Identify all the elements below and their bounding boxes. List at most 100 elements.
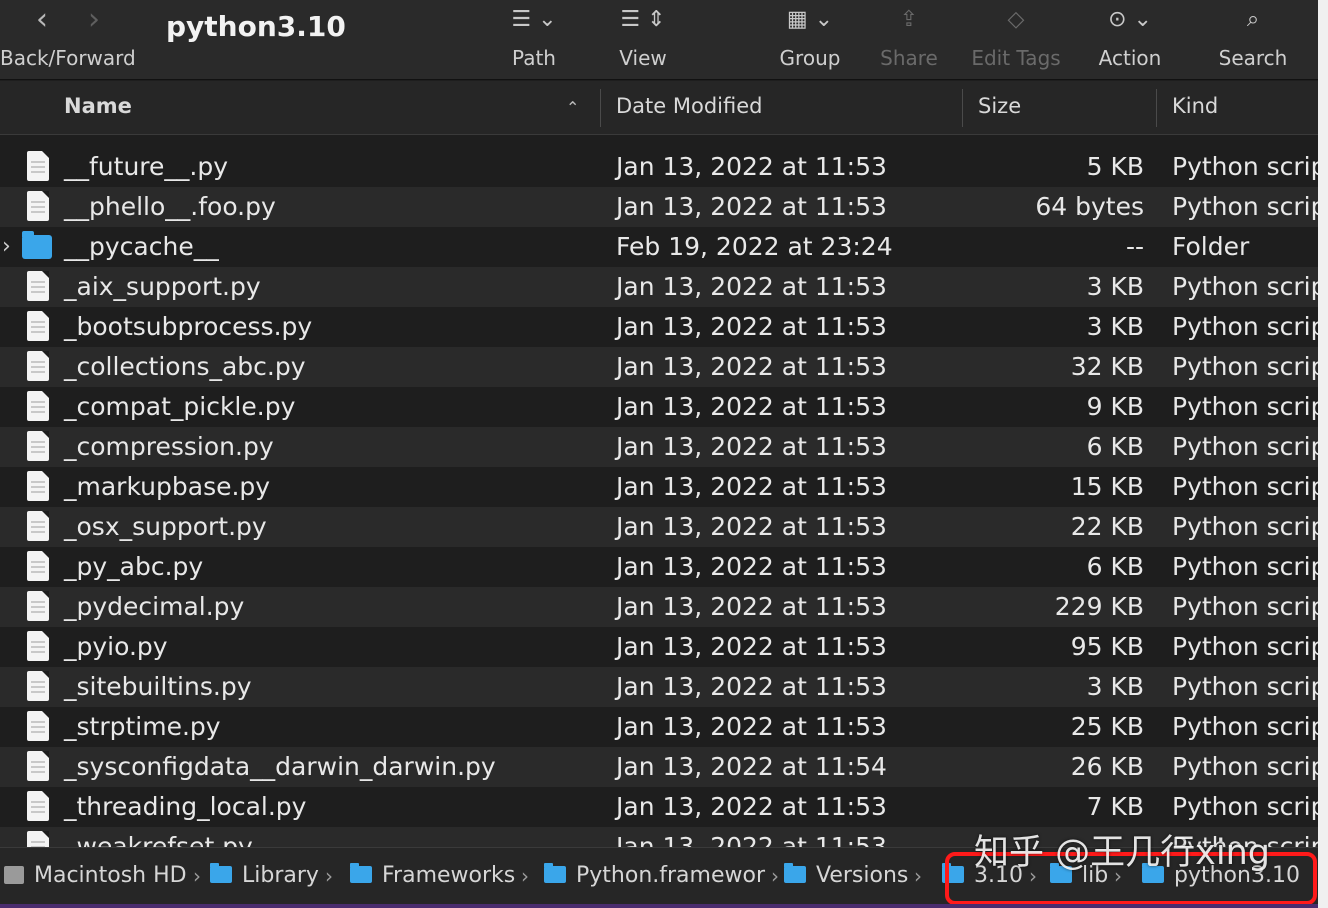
file-kind: Folder: [1172, 232, 1250, 261]
view-list-icon: ☰ ⇕: [620, 6, 666, 32]
desktop-edge: [0, 904, 1318, 908]
file-size: 3 KB: [1086, 312, 1144, 341]
python-file-icon: [27, 271, 49, 301]
file-row[interactable]: __phello__.foo.py Jan 13, 2022 at 11:53 64…: [0, 187, 1318, 227]
action-ellipsis-icon: ⊙ ⌄: [1108, 6, 1152, 32]
file-kind: Python script: [1172, 592, 1318, 621]
column-header: Name ⌃ Date Modified Size Kind: [0, 81, 1318, 135]
disclosure-triangle-icon[interactable]: ›: [2, 227, 11, 267]
file-name: _sitebuiltins.py: [64, 672, 252, 701]
file-name: _markupbase.py: [64, 472, 271, 501]
path-crumb-label: Frameworks: [382, 863, 516, 888]
window-title: python3.10: [166, 10, 346, 43]
file-size: 22 KB: [1070, 512, 1144, 541]
file-size: 32 KB: [1070, 352, 1144, 381]
python-file-icon: [27, 311, 49, 341]
group-button[interactable]: ▦ ⌄ Group: [774, 0, 846, 80]
file-row[interactable]: _markupbase.py Jan 13, 2022 at 11:53 15 KB…: [0, 467, 1318, 507]
folder-icon: [544, 863, 566, 883]
file-name: _pydecimal.py: [64, 592, 245, 621]
file-name: __pycache__: [64, 232, 219, 261]
column-kind[interactable]: Kind: [1172, 81, 1218, 135]
action-button[interactable]: ⊙ ⌄ Action: [1092, 0, 1168, 80]
file-name: _threading_local.py: [64, 792, 307, 821]
path-chevron-icon: ›: [193, 864, 201, 888]
tag-icon: ◇: [1007, 6, 1025, 32]
file-size: 5 KB: [1086, 152, 1144, 181]
file-row[interactable]: _bootsubprocess.py Jan 13, 2022 at 11:53 3…: [0, 307, 1318, 347]
file-kind: Python script: [1172, 752, 1318, 781]
python-file-icon: [27, 831, 49, 847]
file-row[interactable]: _py_abc.py Jan 13, 2022 at 11:53 6 KB Pytho…: [0, 547, 1318, 587]
watermark: 知乎 @王几行xing: [974, 833, 1270, 873]
path-crumb[interactable]: Macintosh HD: [4, 860, 187, 892]
file-name: __phello__.foo.py: [64, 192, 276, 221]
file-date-modified: Jan 13, 2022 at 11:53: [616, 392, 887, 421]
python-file-icon: [27, 751, 49, 781]
file-row[interactable]: _pydecimal.py Jan 13, 2022 at 11:53 229 KB…: [0, 587, 1318, 627]
file-row[interactable]: _threading_local.py Jan 13, 2022 at 11:53…: [0, 787, 1318, 827]
file-row[interactable]: _sysconfigdata__darwin_darwin.py Jan 13, …: [0, 747, 1318, 787]
column-divider[interactable]: [600, 89, 601, 127]
file-kind: Python script: [1172, 792, 1318, 821]
path-crumb[interactable]: Versions: [784, 860, 908, 892]
column-divider[interactable]: [1156, 89, 1157, 127]
file-name: _pyio.py: [64, 632, 168, 661]
path-crumb[interactable]: Python.framewor: [544, 860, 765, 892]
file-row[interactable]: _osx_support.py Jan 13, 2022 at 11:53 22 K…: [0, 507, 1318, 547]
file-row[interactable]: _sitebuiltins.py Jan 13, 2022 at 11:53 3 K…: [0, 667, 1318, 707]
file-kind: Python script: [1172, 712, 1318, 741]
file-row[interactable]: _strptime.py Jan 13, 2022 at 11:53 25 KB Py…: [0, 707, 1318, 747]
file-row[interactable]: _pyio.py Jan 13, 2022 at 11:53 95 KB Python…: [0, 627, 1318, 667]
file-date-modified: Jan 13, 2022 at 11:53: [616, 512, 887, 541]
column-name[interactable]: Name: [64, 81, 132, 135]
path-crumb[interactable]: Frameworks: [350, 860, 515, 892]
file-size: 25 KB: [1070, 712, 1144, 741]
hard-drive-icon: [4, 866, 24, 884]
file-size: 3 KB: [1086, 272, 1144, 301]
python-file-icon: [27, 631, 49, 661]
column-size[interactable]: Size: [978, 81, 1021, 135]
path-crumb-label: Library: [242, 863, 319, 888]
file-date-modified: Jan 13, 2022 at 11:53: [616, 152, 887, 181]
file-kind: Python script: [1172, 392, 1318, 421]
file-row[interactable]: __future__.py Jan 13, 2022 at 11:53 5 KB Py…: [0, 147, 1318, 187]
file-kind: Python script: [1172, 632, 1318, 661]
path-button[interactable]: ☰ ⌄ Path: [496, 0, 572, 80]
file-row[interactable]: _compat_pickle.py Jan 13, 2022 at 11:53 9 …: [0, 387, 1318, 427]
file-date-modified: Jan 13, 2022 at 11:53: [616, 472, 887, 501]
file-date-modified: Jan 13, 2022 at 11:53: [616, 832, 887, 847]
file-row[interactable]: _aix_support.py Jan 13, 2022 at 11:53 3 KB…: [0, 267, 1318, 307]
file-row[interactable]: _compression.py Jan 13, 2022 at 11:53 6 KB…: [0, 427, 1318, 467]
python-file-icon: [27, 351, 49, 381]
python-file-icon: [27, 511, 49, 541]
file-size: 6 KB: [1086, 432, 1144, 461]
file-row[interactable]: _collections_abc.py Jan 13, 2022 at 11:53…: [0, 347, 1318, 387]
folder-row[interactable]: › __pycache__ Feb 19, 2022 at 23:24 -- Folde…: [0, 227, 1318, 267]
path-crumb[interactable]: Library: [210, 860, 319, 892]
back-forward-label: Back/Forward: [0, 46, 136, 70]
path-chevron-icon: ›: [914, 864, 922, 888]
path-label: Path: [512, 46, 556, 70]
back-chevron-icon[interactable]: ‹: [36, 2, 48, 37]
share-button[interactable]: ⇪ Share: [874, 0, 944, 80]
forward-chevron-icon[interactable]: ›: [88, 2, 100, 37]
file-name: _collections_abc.py: [64, 352, 306, 381]
path-chevron-icon: ›: [771, 864, 779, 888]
file-date-modified: Jan 13, 2022 at 11:53: [616, 712, 887, 741]
column-divider[interactable]: [962, 89, 963, 127]
edit-tags-button[interactable]: ◇ Edit Tags: [964, 0, 1068, 80]
file-date-modified: Jan 13, 2022 at 11:54: [616, 752, 887, 781]
file-name: _py_abc.py: [64, 552, 204, 581]
python-file-icon: [27, 551, 49, 581]
column-date-modified[interactable]: Date Modified: [616, 81, 762, 135]
file-date-modified: Jan 13, 2022 at 11:53: [616, 352, 887, 381]
group-icon: ▦ ⌄: [786, 6, 834, 32]
search-button[interactable]: ⌕ Search: [1212, 0, 1294, 80]
python-file-icon: [27, 471, 49, 501]
view-button[interactable]: ☰ ⇕ View: [608, 0, 678, 80]
path-crumb-label: Macintosh HD: [34, 863, 187, 888]
file-name: _osx_support.py: [64, 512, 267, 541]
file-name: _sysconfigdata__darwin_darwin.py: [64, 752, 496, 781]
file-name: _bootsubprocess.py: [64, 312, 313, 341]
